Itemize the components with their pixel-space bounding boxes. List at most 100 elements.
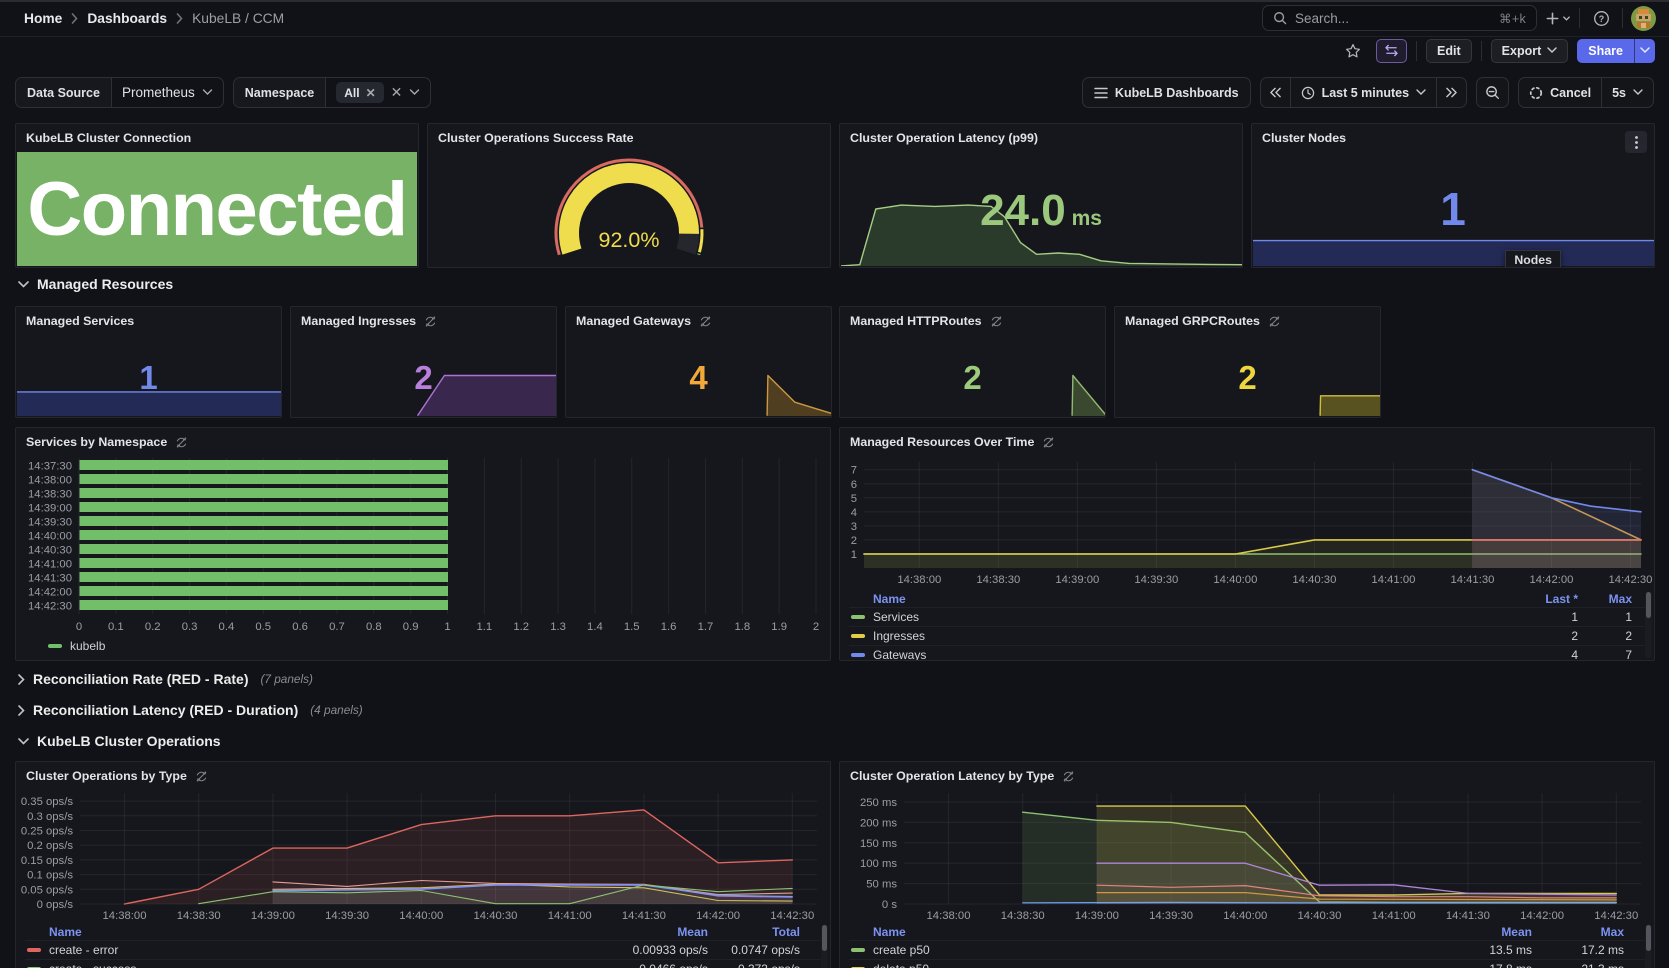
panel-title[interactable]: Managed Gateways: [576, 314, 691, 328]
legend-series-label[interactable]: create - error: [49, 943, 118, 957]
section-reconciliation-latency[interactable]: Reconciliation Latency (RED - Duration) …: [18, 702, 363, 718]
compare-toggle-button[interactable]: [1376, 39, 1407, 63]
legend-col-name[interactable]: Name: [849, 592, 1524, 606]
panel-cluster-connection[interactable]: KubeLB Cluster Connection Connected: [15, 123, 419, 268]
legend-row[interactable]: create - error0.00933 ops/s0.0747 ops/s: [25, 940, 822, 959]
share-menu-button[interactable]: [1634, 39, 1655, 63]
datasource-variable-select[interactable]: Prometheus: [112, 78, 223, 107]
svg-text:14:40:30: 14:40:30: [1297, 910, 1341, 922]
panel-title[interactable]: Managed Services: [26, 314, 134, 328]
chart-legend[interactable]: kubelb: [48, 639, 105, 653]
time-range-picker[interactable]: Last 5 minutes: [1291, 78, 1438, 107]
panel-title[interactable]: Managed GRPCRoutes: [1125, 314, 1260, 328]
add-new-button[interactable]: [1545, 5, 1571, 31]
panel-title[interactable]: Cluster Operation Latency by Type: [850, 769, 1054, 783]
legend-col-name[interactable]: Name: [849, 925, 1440, 939]
svg-text:0.3: 0.3: [182, 621, 198, 633]
namespace-variable-select[interactable]: All ✕ ✕: [326, 78, 430, 107]
export-button[interactable]: Export: [1491, 39, 1569, 63]
legend-row[interactable]: Services11: [849, 607, 1646, 626]
panel-cluster-operation-latency-by-type[interactable]: Cluster Operation Latency by Type 14:38:…: [839, 761, 1655, 968]
refresh-interval-select[interactable]: 5s: [1602, 78, 1653, 107]
legend-col-name[interactable]: Name: [25, 925, 616, 939]
time-shift-forward-button[interactable]: [1437, 78, 1466, 107]
svg-text:14:39:00: 14:39:00: [251, 910, 295, 922]
user-avatar[interactable]: [1631, 6, 1656, 31]
panel-managed-resources-over-time[interactable]: Managed Resources Over Time 14:38:0014:3…: [839, 427, 1655, 661]
panel-cluster-nodes[interactable]: Cluster Nodes 1 Nodes: [1251, 123, 1655, 268]
legend-scrollbar[interactable]: [821, 925, 828, 968]
legend-row[interactable]: create - success0.0466 ops/s0.373 ops/s: [25, 959, 822, 968]
legend-row[interactable]: Gateways47: [849, 645, 1646, 660]
sync-slash-icon: [1268, 315, 1281, 328]
panel-managed-grpcroutes[interactable]: Managed GRPCRoutes 2: [1114, 306, 1381, 418]
remove-value-icon[interactable]: ✕: [366, 86, 376, 100]
stat-value: 24.0 ms: [840, 189, 1242, 233]
star-button[interactable]: [1339, 39, 1367, 63]
panel-title[interactable]: Managed HTTPRoutes: [850, 314, 982, 328]
help-button[interactable]: ?: [1588, 5, 1614, 31]
zoom-out-button[interactable]: [1476, 77, 1509, 108]
panel-managed-ingresses[interactable]: Managed Ingresses 2: [290, 306, 557, 418]
panel-title[interactable]: KubeLB Cluster Connection: [26, 131, 191, 145]
legend-series-label[interactable]: kubelb: [70, 639, 105, 653]
legend-row[interactable]: create p5013.5 ms17.2 ms: [849, 940, 1646, 959]
section-kubelb-cluster-operations[interactable]: KubeLB Cluster Operations: [18, 733, 221, 749]
panel-title[interactable]: Services by Namespace: [26, 435, 167, 449]
legend-series-label[interactable]: create p50: [873, 943, 930, 957]
section-reconciliation-rate[interactable]: Reconciliation Rate (RED - Rate) (7 pane…: [18, 671, 313, 687]
share-button[interactable]: Share: [1577, 39, 1634, 63]
kubelb-dashboards-button[interactable]: KubeLB Dashboards: [1082, 77, 1251, 108]
legend-value: 1: [1524, 610, 1578, 624]
legend-row[interactable]: Ingresses22: [849, 626, 1646, 645]
edit-button[interactable]: Edit: [1426, 39, 1472, 63]
refresh-cancel-button[interactable]: Cancel: [1519, 78, 1602, 107]
legend-col-mean[interactable]: Mean: [616, 925, 708, 939]
panel-title[interactable]: Managed Resources Over Time: [850, 435, 1034, 449]
svg-text:0: 0: [76, 621, 82, 633]
search-input[interactable]: Search... ⌘+k: [1262, 5, 1537, 31]
panel-title[interactable]: Cluster Operations by Type: [26, 769, 187, 783]
namespace-value-pill[interactable]: All ✕: [336, 82, 383, 103]
svg-text:14:42:00: 14:42:00: [1520, 910, 1564, 922]
chart-legend-table[interactable]: NameMeanTotalcreate - error0.00933 ops/s…: [25, 923, 822, 968]
legend-series-label[interactable]: delete p50: [873, 962, 929, 968]
panel-title[interactable]: Managed Ingresses: [301, 314, 416, 328]
legend-col-total[interactable]: Total: [708, 925, 800, 939]
sync-slash-icon: [424, 315, 437, 328]
panel-title[interactable]: Cluster Nodes: [1262, 131, 1346, 145]
panel-managed-gateways[interactable]: Managed Gateways 4: [565, 306, 832, 418]
panel-title[interactable]: Cluster Operation Latency (p99): [850, 131, 1038, 145]
legend-col-max[interactable]: Max: [1532, 925, 1624, 939]
panel-managed-httproutes[interactable]: Managed HTTPRoutes 2: [839, 306, 1106, 418]
breadcrumb-dashboards[interactable]: Dashboards: [87, 11, 167, 26]
legend-row[interactable]: delete p5017.8 ms21.3 ms: [849, 959, 1646, 968]
section-managed-resources[interactable]: Managed Resources: [18, 276, 173, 292]
legend-series-label[interactable]: Services: [873, 610, 919, 624]
legend-col-last[interactable]: Last *: [1524, 592, 1578, 606]
svg-text:0.15 ops/s: 0.15 ops/s: [21, 855, 73, 867]
legend-series-label[interactable]: Ingresses: [873, 629, 925, 643]
legend-series-label[interactable]: Gateways: [873, 648, 926, 660]
legend-scrollbar[interactable]: [1645, 925, 1652, 968]
legend-scrollbar[interactable]: [1645, 592, 1652, 658]
chart-legend-table[interactable]: NameLast *MaxServices11Ingresses22Gatewa…: [849, 590, 1646, 660]
panel-managed-services[interactable]: Managed Services 1: [15, 306, 282, 418]
legend-series-label[interactable]: create - success: [49, 962, 136, 968]
svg-text:14:42:00: 14:42:00: [696, 910, 740, 922]
panel-title[interactable]: Cluster Operations Success Rate: [438, 131, 634, 145]
chevron-down-icon: [409, 89, 420, 96]
svg-text:0.35 ops/s: 0.35 ops/s: [21, 796, 73, 808]
legend-col-mean[interactable]: Mean: [1440, 925, 1532, 939]
panel-services-by-namespace[interactable]: Services by Namespace 00.10.20.30.40.50.…: [15, 427, 831, 661]
panel-operation-latency-p99[interactable]: Cluster Operation Latency (p99) 24.0 ms: [839, 123, 1243, 268]
breadcrumb-home[interactable]: Home: [24, 11, 62, 26]
panel-menu-button[interactable]: [1625, 131, 1647, 153]
chart-legend-table[interactable]: NameMeanMaxcreate p5013.5 ms17.2 msdelet…: [849, 923, 1646, 968]
time-shift-back-button[interactable]: [1261, 78, 1291, 107]
namespace-variable: Namespace All ✕ ✕: [233, 77, 432, 108]
clear-all-icon[interactable]: ✕: [391, 84, 403, 101]
panel-success-rate[interactable]: Cluster Operations Success Rate 92.0%: [427, 123, 831, 268]
legend-col-max[interactable]: Max: [1578, 592, 1632, 606]
panel-cluster-operations-by-type[interactable]: Cluster Operations by Type 14:38:0014:38…: [15, 761, 831, 968]
